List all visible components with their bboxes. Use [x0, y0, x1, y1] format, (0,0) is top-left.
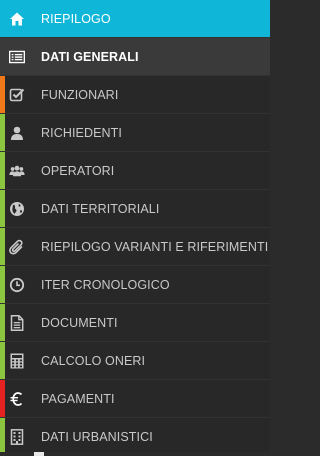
menu-item-label: DATI URBANISTICI [41, 430, 153, 444]
menu-item-dati-urbanistici[interactable]: DATI URBANISTICI [0, 418, 270, 456]
status-bar [0, 38, 5, 75]
status-bar [0, 76, 5, 113]
menu-item-iter-cronologico[interactable]: ITER CRONOLOGICO [0, 266, 270, 304]
menu-item-label: DATI TERRITORIALI [41, 202, 160, 216]
sidebar-menu: RIEPILOGO DATI GENERALI FUNZIONARI RICHI… [0, 0, 270, 456]
checkbox-icon [9, 87, 25, 103]
status-bar [0, 380, 5, 417]
calculator-icon [9, 353, 25, 369]
status-bar [0, 0, 5, 37]
home-icon [9, 11, 25, 27]
menu-item-richiedenti[interactable]: RICHIEDENTI [0, 114, 270, 152]
euro-icon [9, 391, 25, 407]
menu-item-label: RIEPILOGO VARIANTI E RIFERIMENTI [41, 240, 269, 254]
status-bar [0, 190, 5, 227]
menu-item-label: RIEPILOGO [41, 12, 111, 26]
menu-item-label: FUNZIONARI [41, 88, 119, 102]
status-bar [0, 342, 5, 379]
menu-item-calcolo-oneri[interactable]: CALCOLO ONERI [0, 342, 270, 380]
menu-item-funzionari[interactable]: FUNZIONARI [0, 76, 270, 114]
menu-item-label: DATI GENERALI [41, 50, 139, 64]
building-icon [9, 429, 25, 445]
menu-item-riepilogo[interactable]: RIEPILOGO [0, 0, 270, 38]
menu-item-label: PAGAMENTI [41, 392, 115, 406]
bottom-edge [0, 452, 270, 456]
menu-item-documenti[interactable]: DOCUMENTI [0, 304, 270, 342]
menu-item-pagamenti[interactable]: PAGAMENTI [0, 380, 270, 418]
paperclip-icon [9, 239, 25, 255]
status-bar [0, 266, 5, 303]
globe-icon [9, 201, 25, 217]
status-bar [0, 152, 5, 189]
menu-item-label: OPERATORI [41, 164, 115, 178]
user-icon [9, 125, 25, 141]
menu-item-label: RICHIEDENTI [41, 126, 122, 140]
menu-item-dati-territoriali[interactable]: DATI TERRITORIALI [0, 190, 270, 228]
menu-item-label: CALCOLO ONERI [41, 354, 146, 368]
menu-item-dati-generali[interactable]: DATI GENERALI [0, 38, 270, 76]
menu-item-operatori[interactable]: OPERATORI [0, 152, 270, 190]
menu-item-label: ITER CRONOLOGICO [41, 278, 170, 292]
document-icon [9, 315, 25, 331]
clock-icon [9, 277, 25, 293]
status-bar [0, 228, 5, 265]
menu-item-riepilogo-varianti[interactable]: RIEPILOGO VARIANTI E RIFERIMENTI [0, 228, 270, 266]
status-bar [0, 418, 5, 455]
status-bar [0, 114, 5, 151]
menu-item-label: DOCUMENTI [41, 316, 118, 330]
status-bar [0, 304, 5, 341]
users-icon [9, 163, 25, 179]
bottom-marker [34, 452, 44, 456]
list-icon [9, 49, 25, 65]
